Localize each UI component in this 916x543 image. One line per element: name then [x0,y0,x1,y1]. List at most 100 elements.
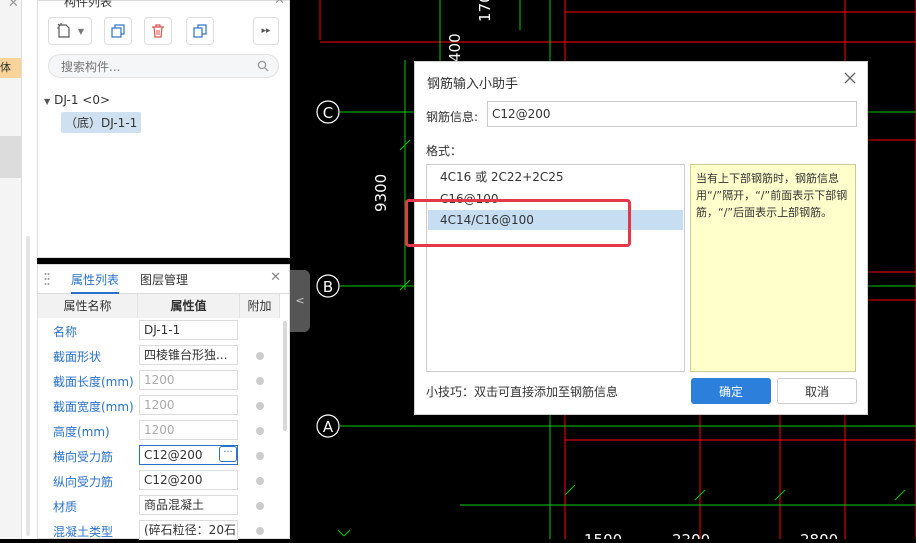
delete-button[interactable] [144,17,172,45]
trial-tag[interactable]: 体验 [0,58,21,78]
property-value: DJ-1-1 [144,323,181,337]
copy-icon [111,24,125,38]
highlight-annotation-box [405,199,631,247]
close-icon[interactable]: ✕ [274,0,285,8]
property-row[interactable]: 截面宽度(mm) 1200 [38,393,278,418]
left-strip-selected-block [0,136,21,178]
hint-text: 小技巧：双击可直接添加至钢筋信息 [426,385,619,399]
property-value-field[interactable]: 1200 [139,395,238,415]
tick-mark [337,529,345,537]
property-value-field[interactable]: 1200 [139,370,238,390]
property-value-field[interactable]: 商品混凝土 [139,495,238,515]
close-icon[interactable]: ✕ [8,0,19,11]
dropdown-arrow-icon: ▼ [77,26,85,36]
property-row[interactable]: 材质 商品混凝土 [38,493,278,518]
drag-grip-icon[interactable] [44,272,50,286]
collapse-handle[interactable]: < [290,270,310,332]
new-component-button[interactable]: ▼ [48,17,92,45]
property-name: 截面宽度(mm) [53,400,134,414]
tab-layer-management[interactable]: 图层管理 [140,271,188,288]
tick-mark [564,484,576,496]
chevron-left-icon: < [295,294,305,307]
tree-node-label: DJ-1 <0> [54,93,111,107]
property-tabs: 属性列表 图层管理 ✕ [38,265,289,294]
property-name: 名称 [53,325,78,339]
dimension-text: 170 [476,0,494,22]
more-options-button[interactable]: ··· [219,446,237,462]
axis-label-b: B [323,278,333,296]
property-value: 1200 [144,398,175,412]
property-value-field[interactable]: C12@200 [139,470,238,490]
duplicate-button[interactable] [186,17,214,45]
property-row[interactable]: 高度(mm) 1200 [38,418,278,443]
cancel-button[interactable]: 取消 [777,378,857,404]
left-sidebar-strip: ✕ 体验 [0,0,21,539]
property-row[interactable]: 截面长度(mm) 1200 [38,368,278,393]
property-row[interactable]: 混凝土类型 (碎石粒径：20石) [38,518,278,543]
dimension-text: 1500 [584,531,622,539]
property-row[interactable]: 横向受力筋 C12@200 ··· [38,443,278,468]
column-header-extra: 附加 [240,294,280,318]
rebar-info-label: 钢筋信息: [426,110,479,124]
attach-checkbox[interactable] [256,377,264,385]
attach-checkbox[interactable] [256,527,264,535]
property-value-field[interactable]: (碎石粒径：20石) [139,520,238,540]
dimension-text: 9300 [372,174,390,212]
attach-checkbox[interactable] [256,427,264,435]
dialog-title: 钢筋输入小助手 [427,77,519,92]
confirm-button[interactable]: 确定 [691,378,771,404]
property-value: C12@200 [144,448,203,462]
search-input[interactable] [59,58,253,76]
tree-node-selected[interactable]: （底）DJ-1-1 [61,112,142,133]
property-value: 1200 [144,373,175,387]
axis-label-a: A [323,418,334,436]
property-name: 截面形状 [53,350,102,364]
dimension-text: 400 [446,33,464,62]
double-chevron-right-icon: ▸▸ [261,26,271,36]
component-list-panel: 构件列表 ✕ ▼ ▸▸ ▼ DJ-1 <0> （底）DJ-1-1 [37,0,290,258]
expand-button[interactable]: ▸▸ [253,17,279,45]
column-header-value: 属性值 [138,294,240,318]
property-value: 商品混凝土 [144,498,205,512]
rebar-info-input[interactable] [487,101,857,127]
dimension-text: 2200 [672,531,710,539]
copy-button[interactable] [104,17,132,45]
format-item[interactable]: 4C16 或 2C22+2C25 [428,167,683,187]
property-value: 1200 [144,423,175,437]
property-value-field[interactable]: 四棱锥台形独... [139,345,238,365]
attach-checkbox[interactable] [256,352,264,360]
property-name: 截面长度(mm) [53,375,134,389]
property-name: 高度(mm) [53,425,110,439]
property-panel: 属性列表 图层管理 ✕ 属性名称 属性值 附加 名称 DJ-1-1 截面形状 四棱锥台… [37,264,290,540]
column-header-name: 属性名称 [38,294,138,318]
close-icon[interactable] [843,71,857,85]
tip-box: 当有上下部钢筋时，钢筋信息用“/”隔开，“/”前面表示下部钢筋，“/”后面表示上… [690,164,856,372]
caret-down-icon[interactable]: ▼ [44,97,50,106]
close-icon[interactable]: ✕ [270,270,281,285]
property-value-field[interactable]: DJ-1-1 [139,320,238,340]
property-row[interactable]: 截面形状 四棱锥台形独... [38,343,278,368]
component-search [48,54,279,78]
format-label: 格式： [426,144,463,158]
property-name: 横向受力筋 [53,450,114,464]
property-value-field[interactable]: 1200 [139,420,238,440]
property-name: 纵向受力筋 [53,475,114,489]
scrollbar[interactable] [26,236,30,536]
tree-node-root[interactable]: ▼ DJ-1 <0> [44,93,110,107]
attach-checkbox[interactable] [256,402,264,410]
attach-checkbox[interactable] [256,502,264,510]
dimension-text: 2800 [800,531,838,539]
duplicate-icon [193,24,207,38]
property-row[interactable]: 名称 DJ-1-1 [38,318,278,343]
format-list: 4C16 或 2C22+2C25 C16@100 4C14/C16@100 [426,164,685,372]
property-row[interactable]: 纵向受力筋 C12@200 [38,468,278,493]
scrollbar[interactable] [283,321,287,431]
attach-checkbox[interactable] [256,477,264,485]
tab-property-list[interactable]: 属性列表 [71,271,120,294]
property-value: (碎石粒径：20石) [144,523,238,537]
search-icon[interactable] [257,60,269,72]
tick-mark [343,529,351,537]
attach-checkbox[interactable] [256,452,264,460]
panel-title: 构件列表 [64,0,113,9]
property-value: 四棱锥台形独... [144,348,228,362]
